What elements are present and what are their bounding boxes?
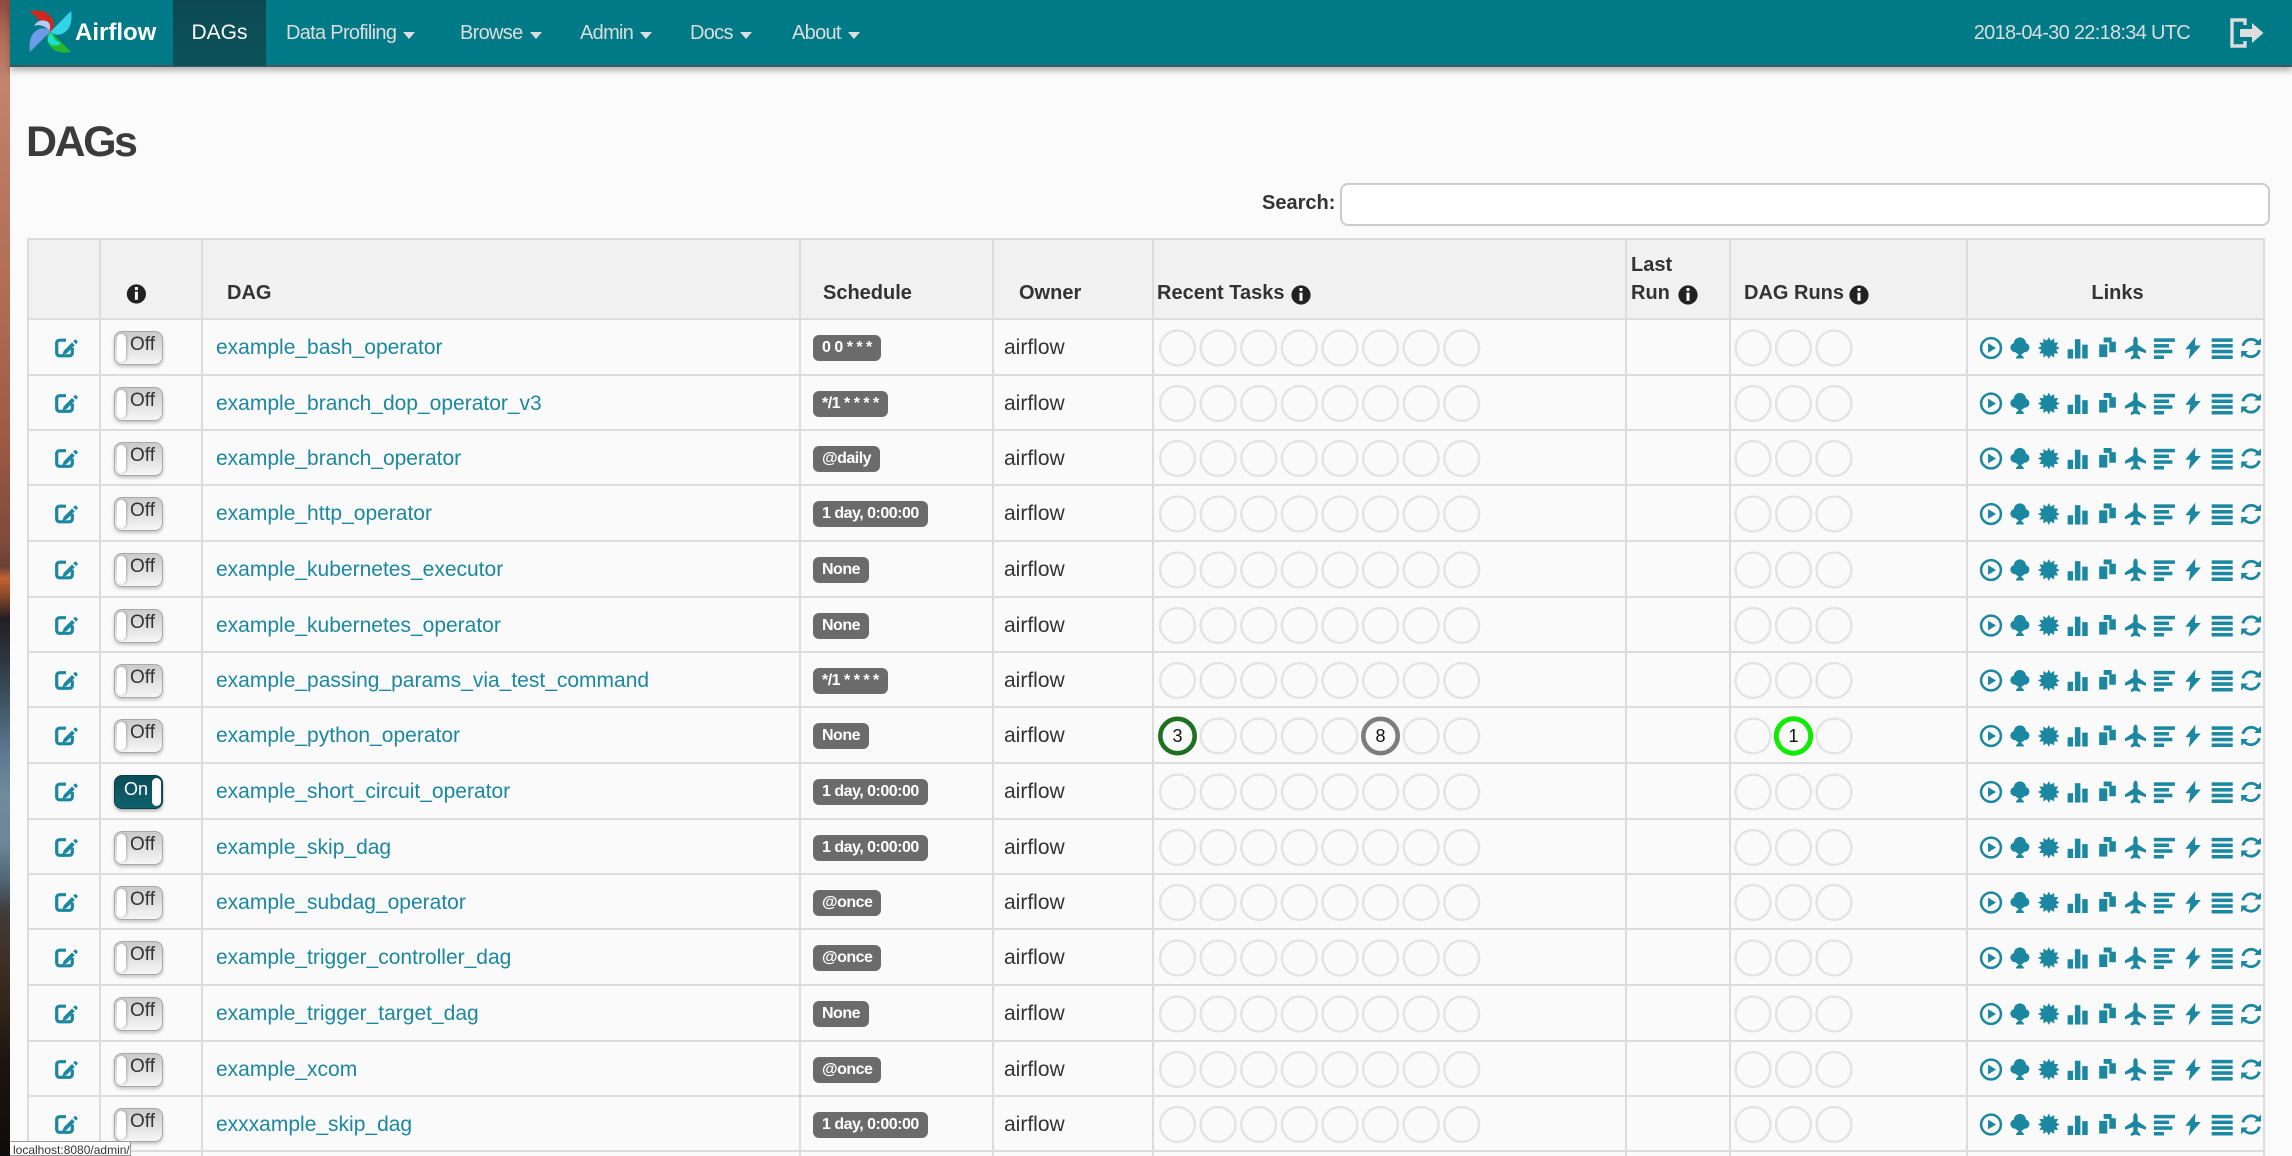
svg-text:3: 3 (1172, 726, 1182, 746)
svg-text:1: 1 (1788, 726, 1798, 746)
svg-text:8: 8 (1375, 726, 1385, 746)
